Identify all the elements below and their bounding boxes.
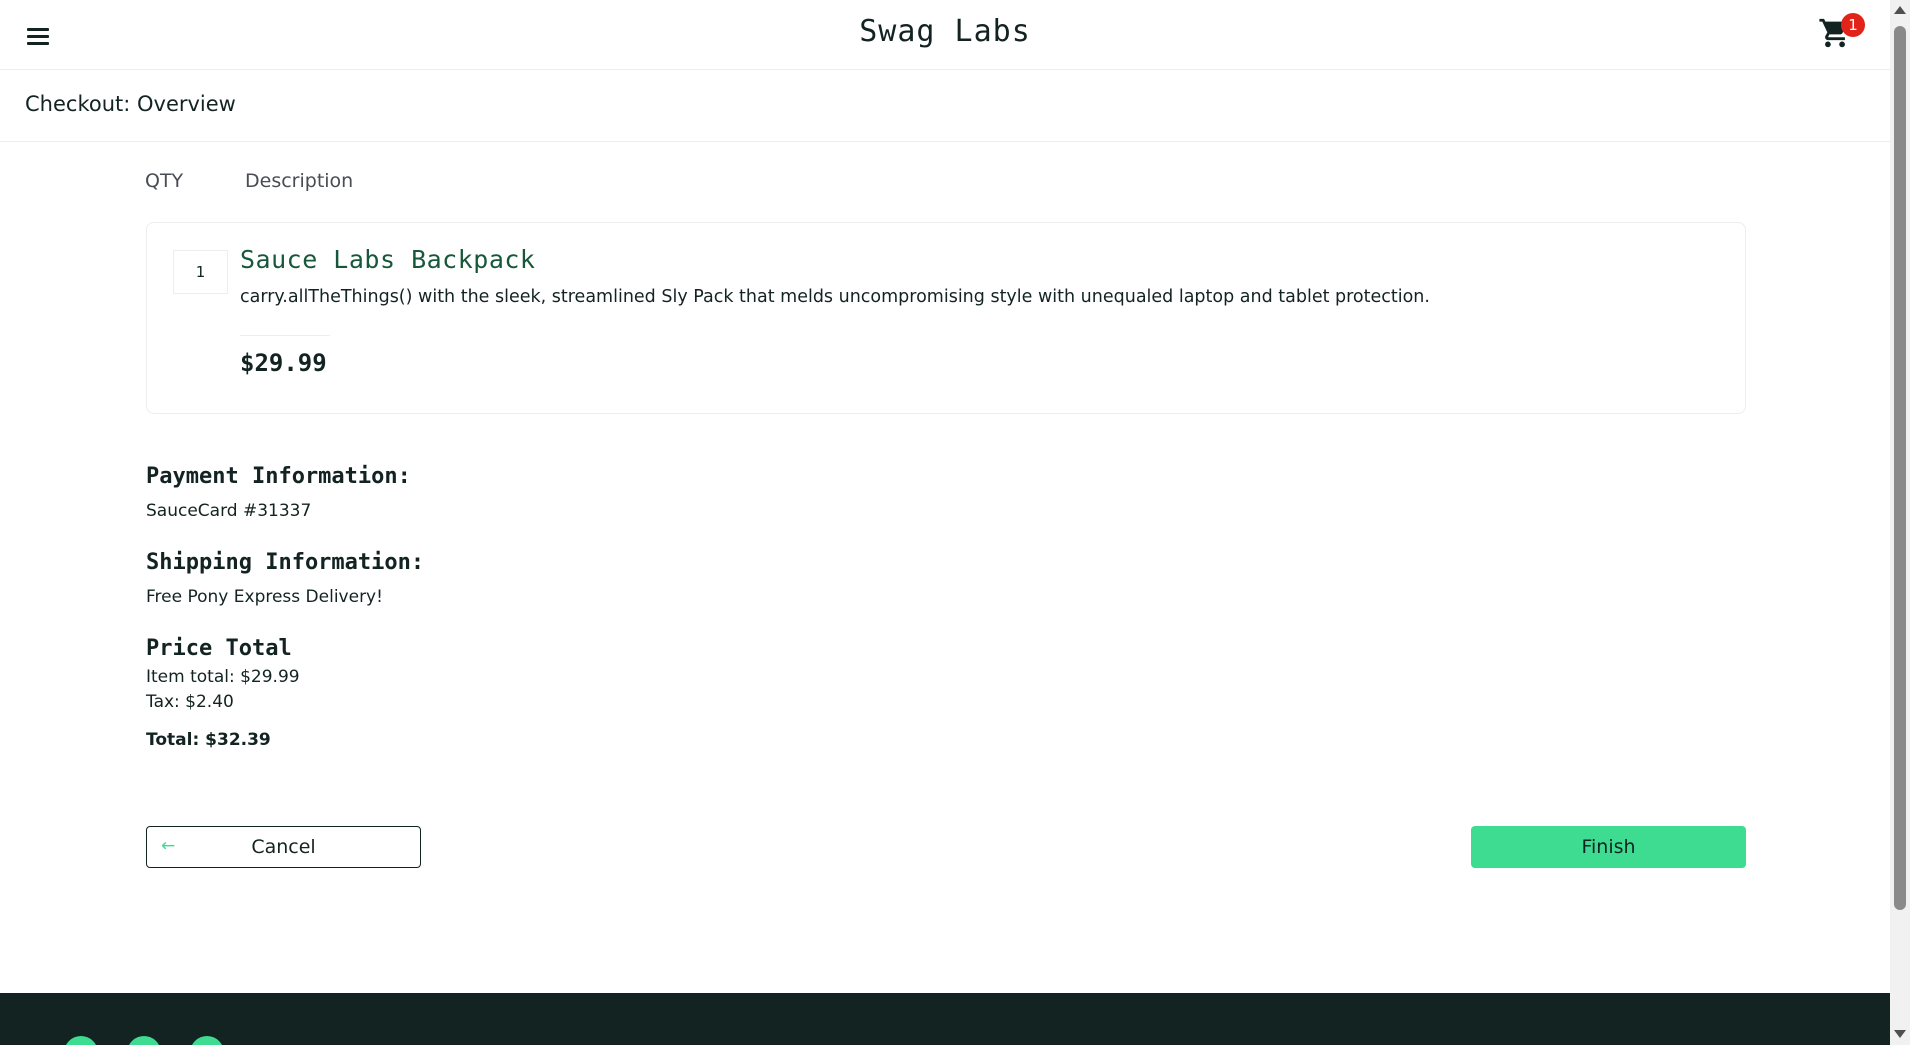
item-price: $29.99 — [240, 349, 327, 377]
scroll-up-arrow-icon[interactable] — [1894, 6, 1906, 14]
secondary-header: Checkout: Overview — [0, 70, 1890, 142]
facebook-icon[interactable] — [127, 1036, 161, 1045]
scroll-down-arrow-icon[interactable] — [1894, 1030, 1906, 1038]
item-quantity: 1 — [173, 250, 228, 294]
page-title: Checkout: Overview — [25, 92, 236, 116]
qty-column-label: QTY — [145, 170, 184, 192]
order-total: Total: $32.39 — [146, 730, 271, 750]
cart-item: 1 Sauce Labs Backpack carry.allTheThings… — [146, 222, 1746, 414]
payment-info-heading: Payment Information: — [146, 464, 411, 489]
scrollbar-thumb[interactable] — [1894, 26, 1906, 910]
cancel-button-label: Cancel — [251, 836, 316, 858]
item-total: Item total: $29.99 — [146, 667, 300, 687]
description-column-label: Description — [245, 170, 354, 192]
finish-button[interactable]: Finish — [1471, 826, 1746, 868]
item-description: carry.allTheThings() with the sleek, str… — [240, 287, 1430, 307]
linkedin-icon[interactable] — [190, 1036, 224, 1045]
item-name-link[interactable]: Sauce Labs Backpack — [240, 245, 535, 274]
payment-info-value: SauceCard #31337 — [146, 501, 312, 521]
item-divider — [240, 335, 330, 336]
twitter-icon[interactable] — [64, 1036, 98, 1045]
tax-amount: Tax: $2.40 — [146, 692, 234, 712]
price-total-heading: Price Total — [146, 636, 292, 661]
footer — [0, 993, 1890, 1045]
cancel-button[interactable]: ← Cancel — [146, 826, 421, 868]
shipping-info-value: Free Pony Express Delivery! — [146, 587, 383, 607]
primary-header: Swag Labs 1 — [0, 0, 1890, 70]
app-logo: Swag Labs — [859, 14, 1031, 49]
checkout-overview-page: Swag Labs 1 Checkout: Overview QTY Descr… — [0, 0, 1890, 1045]
cart-badge[interactable]: 1 — [1841, 13, 1865, 37]
vertical-scrollbar[interactable] — [1890, 0, 1910, 1045]
shipping-info-heading: Shipping Information: — [146, 550, 425, 575]
